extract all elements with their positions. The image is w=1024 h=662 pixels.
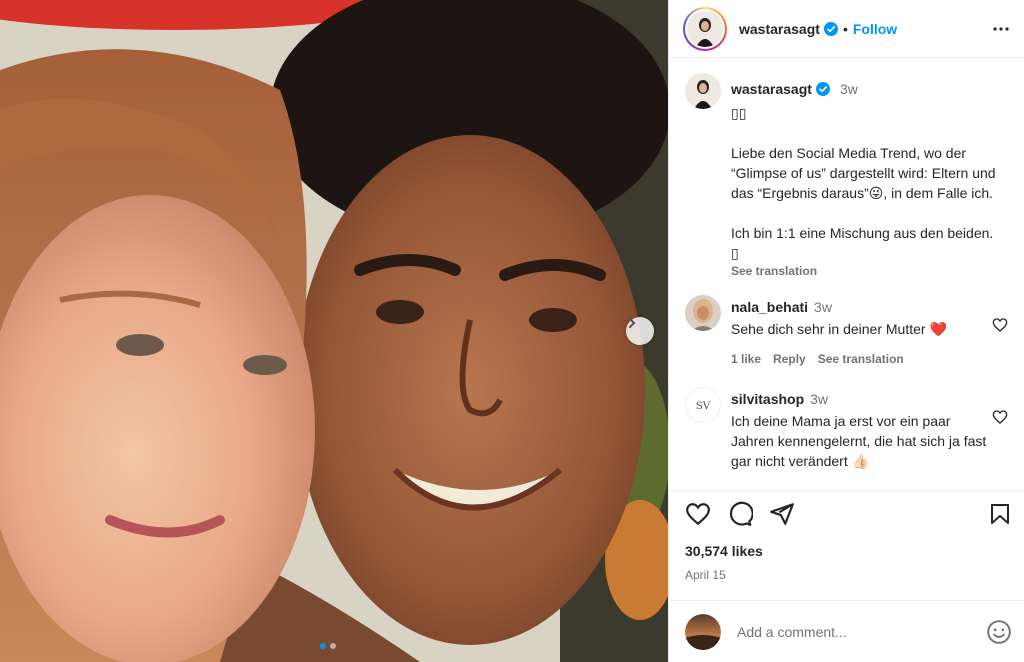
follow-button[interactable]: Follow (853, 21, 897, 37)
post-header: wastarasagt • Follow (669, 0, 1024, 58)
author-username[interactable]: wastarasagt (739, 21, 820, 37)
carousel-dot (330, 643, 336, 649)
post-actions (669, 491, 1024, 535)
post-date[interactable]: April 15 (685, 568, 726, 582)
save-button[interactable] (988, 501, 1012, 527)
comment-time[interactable]: 3w (810, 389, 828, 409)
comment-button[interactable] (727, 501, 753, 527)
likes-count[interactable]: 30,574 likes (685, 543, 763, 559)
heart-icon[interactable] (992, 317, 1008, 333)
next-slide-button[interactable] (626, 317, 654, 345)
comment-text: Sehe dich sehr in deiner Mutter ❤️ (731, 321, 947, 337)
comment-time[interactable]: 3w (814, 297, 832, 317)
verified-badge-icon (815, 82, 830, 96)
heart-icon[interactable] (992, 409, 1008, 425)
verified-badge-icon (823, 21, 838, 36)
comment-username[interactable]: silvitashop (731, 389, 804, 409)
current-user-avatar (685, 613, 721, 650)
comment-username[interactable]: nala_behati (731, 297, 808, 317)
comment-icon (729, 501, 753, 526)
caption-text: ▯▯ Liebe den Social Media Trend, wo der … (731, 105, 996, 261)
caption-avatar[interactable] (685, 73, 721, 109)
add-comment-bar (669, 600, 1024, 662)
post-image (0, 0, 668, 662)
comment-item: nala_behati 3w Sehe dich sehr in deiner … (685, 295, 1008, 369)
post-side-panel: wastarasagt • Follow wastarasagt 3w ▯▯ L… (668, 0, 1024, 662)
emoji-button[interactable] (986, 619, 1012, 645)
comment-text: Ich deine Mama ja erst vor ein paar Jahr… (731, 413, 987, 469)
separator-dot: • (842, 20, 848, 37)
share-button[interactable] (769, 501, 795, 527)
comment-item: SV silvitashop 3w Ich deine Mama ja erst… (685, 387, 1008, 471)
paper-plane-icon (770, 502, 794, 525)
see-translation-link[interactable]: See translation (731, 261, 1001, 281)
like-button[interactable] (685, 501, 711, 527)
caption-time[interactable]: 3w (840, 79, 858, 99)
author-avatar[interactable] (683, 6, 727, 51)
comment-see-translation[interactable]: See translation (818, 349, 904, 369)
carousel-indicator (320, 643, 336, 649)
svg-text:SV: SV (696, 400, 711, 412)
comment-reply-button[interactable]: Reply (773, 349, 806, 369)
commenter-avatar[interactable] (685, 295, 721, 331)
avatar-image (687, 10, 723, 47)
more-horizontal-icon[interactable] (992, 20, 1010, 38)
comment-likes-count[interactable]: 1 like (731, 349, 761, 369)
comments-list[interactable]: wastarasagt 3w ▯▯ Liebe den Social Media… (669, 59, 1024, 491)
carousel-dot-active (320, 643, 326, 649)
comment-input[interactable] (737, 623, 986, 640)
caption-username[interactable]: wastarasagt (731, 79, 812, 99)
chevron-right-icon (629, 318, 636, 328)
caption: wastarasagt 3w ▯▯ Liebe den Social Media… (685, 73, 1008, 281)
emoji-icon (987, 619, 1011, 644)
post-photo[interactable] (0, 0, 668, 662)
commenter-avatar[interactable]: SV (685, 387, 721, 423)
heart-icon (686, 502, 710, 525)
bookmark-icon (991, 503, 1009, 524)
